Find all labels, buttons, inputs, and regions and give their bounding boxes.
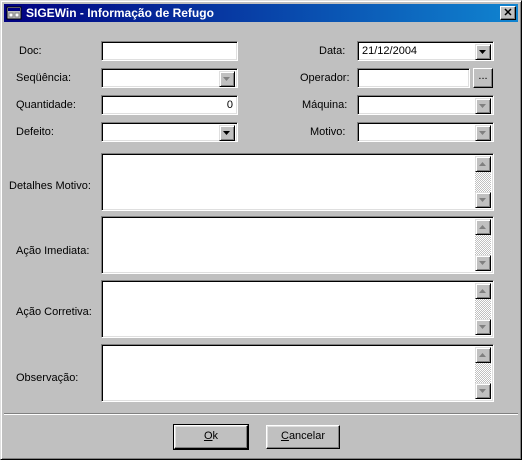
scroll-up-arrow-icon [479,225,486,229]
motivo-dropdown-button[interactable] [475,125,491,141]
observacao-label: Observação: [16,372,79,384]
ok-label-rest: k [212,430,219,442]
scroll-down-button[interactable] [475,255,491,271]
close-icon: ✕ [503,7,513,19]
chevron-down-icon [479,131,486,135]
chevron-down-icon [479,50,486,54]
chevron-down-icon [223,77,230,81]
acao-imediata-label: Ação Imediata: [16,245,90,257]
acao-corretiva-textarea[interactable] [101,280,494,338]
detalhes-motivo-label: Detalhes Motivo: [9,180,91,192]
scroll-up-arrow-icon [479,353,486,357]
operador-browse-button[interactable]: ... [473,68,493,88]
data-dropdown-button[interactable] [475,44,491,60]
ok-mnemonic: O [203,430,213,442]
window-title: SIGEWin - Informação de Refugo [26,6,214,20]
scroll-up-arrow-icon [479,289,486,293]
dialog-window: SIGEWin - Informação de Refugo ✕ Doc: Se… [0,0,522,460]
scroll-up-arrow-icon [479,162,486,166]
observacao-textarea[interactable] [101,344,494,402]
detalhes-motivo-scrollbar[interactable] [475,156,491,208]
defeito-dropdown-button[interactable] [219,125,235,141]
doc-input[interactable] [101,41,238,61]
scroll-down-arrow-icon [479,325,486,329]
acao-imediata-scrollbar[interactable] [475,219,491,271]
scroll-up-button[interactable] [475,156,491,172]
defeito-label: Defeito: [16,126,54,138]
data-value: 21/12/2004 [362,45,418,57]
sequencia-select[interactable] [101,68,238,88]
app-icon [6,5,22,21]
scroll-down-button[interactable] [475,192,491,208]
defeito-select[interactable] [101,122,238,142]
scroll-down-button[interactable] [475,319,491,335]
acao-imediata-textarea[interactable] [101,216,494,274]
form-panel: Doc: Seqüência: Quantidade: 0 Defeito: D… [4,25,518,412]
maquina-select[interactable] [357,95,494,115]
acao-corretiva-scrollbar[interactable] [475,283,491,335]
scroll-up-button[interactable] [475,283,491,299]
motivo-select[interactable] [357,122,494,142]
ok-button[interactable]: Ok [173,424,249,450]
chevron-down-icon [479,104,486,108]
scroll-down-arrow-icon [479,261,486,265]
sequencia-label: Seqüência: [16,72,72,84]
scroll-down-arrow-icon [479,198,486,202]
acao-corretiva-label: Ação Corretiva: [16,306,92,318]
data-select[interactable]: 21/12/2004 [357,41,494,61]
quantidade-input[interactable]: 0 [101,95,238,115]
footer-separator-highlight [4,414,518,415]
data-label: Data: [319,45,346,57]
cancel-label-rest: ancelar [288,430,326,442]
doc-label: Doc: [19,45,42,57]
scroll-up-button[interactable] [475,347,491,363]
operador-label: Operador: [300,72,350,84]
cancel-button[interactable]: Cancelar [266,425,340,449]
maquina-dropdown-button[interactable] [475,98,491,114]
sequencia-dropdown-button[interactable] [219,71,235,87]
quantidade-label: Quantidade: [16,99,76,111]
scroll-up-button[interactable] [475,219,491,235]
chevron-down-icon [223,131,230,135]
maquina-label: Máquina: [302,99,348,111]
cancel-mnemonic: C [280,430,289,442]
operador-input[interactable] [357,68,470,88]
observacao-scrollbar[interactable] [475,347,491,399]
scroll-down-button[interactable] [475,383,491,399]
title-bar[interactable]: SIGEWin - Informação de Refugo ✕ [4,4,518,22]
motivo-label: Motivo: [310,126,346,138]
detalhes-motivo-textarea[interactable] [101,153,494,211]
scroll-down-arrow-icon [479,389,486,393]
close-button[interactable]: ✕ [500,6,516,20]
